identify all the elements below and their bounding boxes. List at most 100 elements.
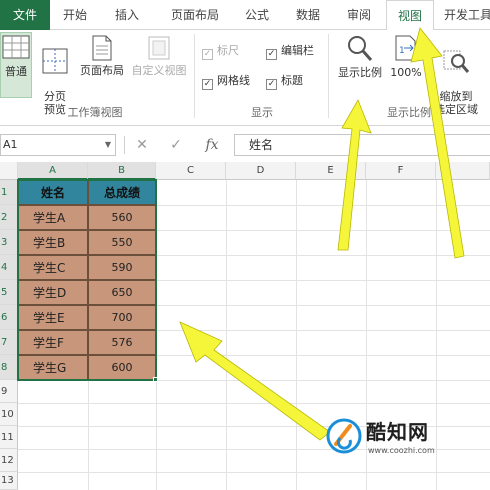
column-header-c[interactable]: C <box>156 162 226 180</box>
table-cell-score[interactable]: 560 <box>88 205 156 230</box>
tab-file[interactable]: 文件 <box>0 0 50 30</box>
svg-text:1: 1 <box>399 46 405 56</box>
row-header-8[interactable]: 8 <box>0 355 18 380</box>
tab-insert[interactable]: 插入 <box>104 0 150 30</box>
gridlines-checkbox[interactable]: ✓ 网格线 <box>202 74 250 90</box>
tab-view[interactable]: 视图 <box>386 0 434 31</box>
row-header-3[interactable]: 3 <box>0 230 18 255</box>
group-divider <box>194 34 195 118</box>
table-cell-name[interactable]: 学生A <box>18 205 88 230</box>
column-header-g[interactable] <box>436 162 490 180</box>
table-cell-name[interactable]: 学生F <box>18 330 88 355</box>
table-cell-score[interactable]: 590 <box>88 255 156 280</box>
table-cell-score[interactable]: 576 <box>88 330 156 355</box>
row-header-11[interactable]: 11 <box>0 426 18 449</box>
table-cell-name[interactable]: 学生G <box>18 355 88 380</box>
zoom-button[interactable]: 显示比例 <box>334 34 386 100</box>
tab-developer[interactable]: 开发工具 <box>444 0 490 30</box>
row-header-2[interactable]: 2 <box>0 205 18 230</box>
column-header-d[interactable]: D <box>226 162 296 180</box>
table-cell-name[interactable]: 学生D <box>18 280 88 305</box>
checkmark-icon: ✓ <box>266 79 277 90</box>
row-header-6[interactable]: 6 <box>0 305 18 330</box>
table-cell-score[interactable]: 700 <box>88 305 156 330</box>
checkmark-icon: ✓ <box>266 49 277 60</box>
column-header-b[interactable]: B <box>88 162 156 180</box>
column-header-f[interactable]: F <box>366 162 436 180</box>
gridline <box>296 180 297 490</box>
tab-home[interactable]: 开始 <box>52 0 98 30</box>
workbook-views-group-label: 工作簿视图 <box>67 106 123 119</box>
tab-page-layout[interactable]: 页面布局 <box>160 0 230 30</box>
zoom-to-selection-label: 缩放到 选定区域 <box>434 90 478 116</box>
column-header-e[interactable]: E <box>296 162 366 180</box>
headings-checkbox[interactable]: ✓ 标题 <box>266 74 303 90</box>
page-layout-view-label: 页面布局 <box>80 64 124 77</box>
table-cell-score[interactable]: 650 <box>88 280 156 305</box>
row-header-10[interactable]: 10 <box>0 403 18 426</box>
watermark: 酷知网 www.coozhi.com <box>326 412 450 460</box>
gridline <box>18 472 490 473</box>
insert-function-icon[interactable]: fx <box>200 134 224 156</box>
header-cell-name[interactable]: 姓名 <box>18 180 88 205</box>
tab-data[interactable]: 数据 <box>285 0 331 30</box>
formula-bar: A1 ▼ ✕ ✓ fx 姓名 <box>0 126 490 162</box>
row-header-12[interactable]: 12 <box>0 449 18 472</box>
zoom-to-selection-icon <box>443 50 470 73</box>
name-box[interactable]: A1 ▼ <box>0 134 116 156</box>
enter-icon[interactable]: ✓ <box>166 134 186 156</box>
row-header-7[interactable]: 7 <box>0 330 18 355</box>
custom-views-button[interactable]: 自定义视图 <box>128 34 190 100</box>
custom-views-label: 自定义视图 <box>131 64 187 77</box>
name-box-value: A1 <box>3 138 18 151</box>
column-header-a[interactable]: A <box>18 162 88 180</box>
normal-view-label: 普通 <box>5 65 27 78</box>
table-cell-name[interactable]: 学生C <box>18 255 88 280</box>
show-group-label: 显示 <box>251 106 273 119</box>
gridlines-label: 网格线 <box>217 74 250 87</box>
table-cell-name[interactable]: 学生B <box>18 230 88 255</box>
ribbon-view-panel: 普通 分页 预览 页面布局 自定义视图 工作簿视图 ✓ 标尺 ✓ 编辑栏 ✓ 网… <box>0 30 490 126</box>
page-break-preview-button[interactable]: 分页 预览 <box>38 34 72 116</box>
gridline <box>156 180 157 490</box>
gridline <box>18 403 490 404</box>
formula-bar-divider <box>124 136 125 154</box>
cancel-icon[interactable]: ✕ <box>132 134 152 156</box>
formula-bar-label: 编辑栏 <box>281 44 314 57</box>
tab-review[interactable]: 审阅 <box>336 0 382 30</box>
select-all-corner[interactable] <box>0 162 18 180</box>
tab-formulas[interactable]: 公式 <box>234 0 280 30</box>
header-cell-score[interactable]: 总成绩 <box>88 180 156 205</box>
ruler-checkbox[interactable]: ✓ 标尺 <box>202 44 239 60</box>
chevron-down-icon[interactable]: ▼ <box>105 135 111 155</box>
headings-label: 标题 <box>281 74 303 87</box>
row-header-9[interactable]: 9 <box>0 380 18 403</box>
row-header-4[interactable]: 4 <box>0 255 18 280</box>
formula-bar-checkbox[interactable]: ✓ 编辑栏 <box>266 44 314 60</box>
row-header-13[interactable]: 13 <box>0 472 18 490</box>
normal-view-button[interactable]: 普通 <box>0 32 32 98</box>
page-layout-view-button[interactable]: 页面布局 <box>76 34 128 100</box>
table-cell-score[interactable]: 600 <box>88 355 156 380</box>
gridline <box>226 180 227 490</box>
table-cell-name[interactable]: 学生E <box>18 305 88 330</box>
normal-view-icon <box>2 35 30 59</box>
zoom-100-button[interactable]: 1 100% <box>388 34 424 100</box>
zoom-100-icon: 1 <box>395 35 416 61</box>
zoom-to-selection-button[interactable]: 缩放到 选定区域 <box>428 34 484 116</box>
watermark-url: www.coozhi.com <box>368 446 435 455</box>
watermark-brand: 酷知网 <box>366 420 429 444</box>
row-header-1[interactable]: 1 <box>0 180 18 205</box>
custom-views-icon <box>148 36 170 60</box>
table-cell-score[interactable]: 550 <box>88 230 156 255</box>
zoom-group-label: 显示比例 <box>387 106 431 119</box>
ribbon-tab-bar: 文件 开始 插入 页面布局 公式 数据 审阅 视图 开发工具 <box>0 0 490 31</box>
formula-input[interactable]: 姓名 <box>234 134 490 156</box>
zoom-label: 显示比例 <box>338 66 382 79</box>
fill-handle[interactable] <box>153 377 158 382</box>
row-header-5[interactable]: 5 <box>0 280 18 305</box>
checkmark-icon: ✓ <box>202 79 213 90</box>
page-break-preview-icon <box>42 48 68 74</box>
magnifier-icon <box>348 36 373 61</box>
page-layout-view-icon <box>92 35 112 61</box>
